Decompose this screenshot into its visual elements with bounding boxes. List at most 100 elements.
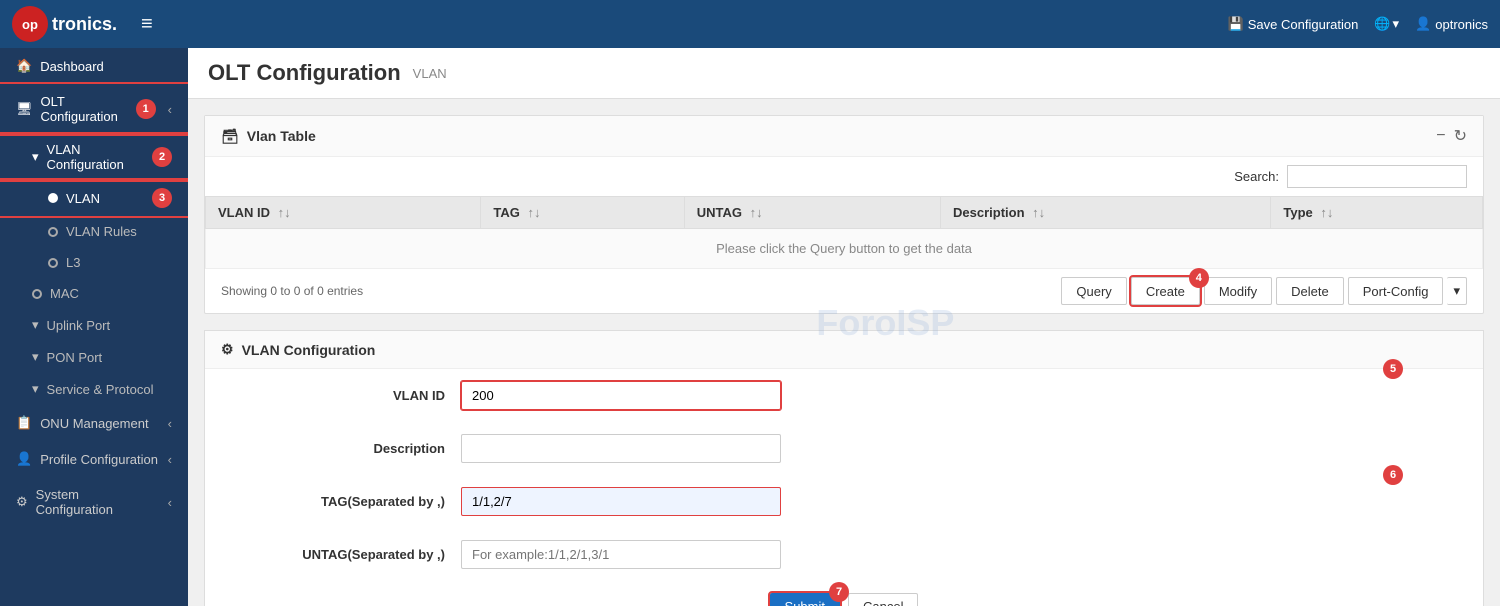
page-header: OLT Configuration VLAN xyxy=(188,48,1500,99)
collapse-arrow: ‹ xyxy=(168,495,172,510)
globe-icon: 🌐 xyxy=(1374,16,1390,32)
vlan-id-input[interactable] xyxy=(461,381,781,410)
pon-expand-icon: ▾ xyxy=(32,349,39,365)
sidebar-item-service-protocol[interactable]: ▾ Service & Protocol xyxy=(0,373,188,405)
badge-7: 7 xyxy=(829,582,849,602)
untag-row: UNTAG(Separated by ,) xyxy=(205,528,1483,581)
hamburger-button[interactable]: ≡ xyxy=(133,9,161,40)
vlan-config-title: VLAN Configuration xyxy=(242,342,376,358)
col-description[interactable]: Description ↑↓ xyxy=(941,197,1271,229)
description-input[interactable] xyxy=(461,434,781,463)
table-toolbar: Search: xyxy=(205,157,1483,196)
user-icon: 👤 xyxy=(1415,16,1431,32)
tag-row: TAG(Separated by ,) 6 xyxy=(205,475,1483,528)
untag-label: UNTAG(Separated by ,) xyxy=(265,547,445,562)
badge-1: 1 xyxy=(136,99,156,119)
vlan-id-label: VLAN ID xyxy=(265,388,445,403)
submit-label: Submit xyxy=(785,599,825,606)
dropdown-arrow: ▾ xyxy=(1393,16,1400,32)
create-button[interactable]: Create 4 xyxy=(1131,277,1200,305)
vlan-config-icon: ⚙ xyxy=(221,341,234,358)
sidebar-item-onu-management[interactable]: 📋 ONU Management ‹ xyxy=(0,405,188,441)
sidebar-item-label: PON Port xyxy=(47,350,103,365)
vlan-id-row: VLAN ID 5 xyxy=(205,369,1483,422)
search-input[interactable] xyxy=(1287,165,1467,188)
navbar-actions: 💾 Save Configuration 🌐 ▾ 👤 optronics xyxy=(1228,16,1488,32)
sidebar-item-l3[interactable]: L3 xyxy=(0,247,188,278)
vlan-config-expand-icon: ▾ xyxy=(32,149,39,165)
save-config-label: Save Configuration xyxy=(1248,17,1359,32)
col-tag[interactable]: TAG ↑↓ xyxy=(481,197,684,229)
sidebar-item-label: System Configuration xyxy=(36,487,160,517)
sidebar-item-label: Profile Configuration xyxy=(40,452,158,467)
table-footer: Showing 0 to 0 of 0 entries Query Create… xyxy=(205,269,1483,313)
vlan-config-card: ⚙ VLAN Configuration VLAN ID 5 Descripti… xyxy=(204,330,1484,606)
sidebar-item-label: Service & Protocol xyxy=(47,382,154,397)
tag-label: TAG(Separated by ,) xyxy=(265,494,445,509)
minimize-button[interactable]: − xyxy=(1436,126,1445,146)
sidebar-item-vlan-configuration[interactable]: ▾ VLAN Configuration 2 xyxy=(0,134,188,180)
sidebar-item-label: VLAN Configuration xyxy=(47,142,144,172)
collapse-arrow: ‹ xyxy=(168,416,172,431)
port-config-dropdown-button[interactable]: ▾ xyxy=(1447,277,1467,305)
uplink-expand-icon: ▾ xyxy=(32,317,39,333)
sidebar-item-vlan-rules[interactable]: VLAN Rules xyxy=(0,216,188,247)
badge-4: 4 xyxy=(1189,268,1209,288)
badge-5: 5 xyxy=(1383,359,1403,379)
query-button[interactable]: Query xyxy=(1061,277,1126,305)
sidebar-item-label: VLAN Rules xyxy=(66,224,137,239)
badge-6: 6 xyxy=(1383,465,1403,485)
save-icon: 💾 xyxy=(1228,16,1244,32)
vlan-rules-circle-icon xyxy=(48,227,58,237)
card-header-actions: − ↻ xyxy=(1436,126,1467,146)
sidebar-item-dashboard[interactable]: 🏠 Dashboard xyxy=(0,48,188,84)
onu-icon: 📋 xyxy=(16,415,32,431)
collapse-arrow: ‹ xyxy=(168,102,172,117)
vlan-table-title: 🗃 Vlan Table xyxy=(221,128,316,145)
badge-3: 3 xyxy=(152,188,172,208)
sidebar-item-profile-configuration[interactable]: 👤 Profile Configuration ‹ xyxy=(0,441,188,477)
page-breadcrumb: VLAN xyxy=(413,66,447,81)
sidebar-item-label: VLAN xyxy=(66,191,100,206)
port-config-button[interactable]: Port-Config xyxy=(1348,277,1444,305)
language-selector[interactable]: 🌐 ▾ xyxy=(1374,16,1399,32)
cancel-button[interactable]: Cancel xyxy=(848,593,918,606)
refresh-button[interactable]: ↻ xyxy=(1454,126,1467,146)
badge-2: 2 xyxy=(152,147,172,167)
table-action-buttons: Query Create 4 Modify Delete Port-Config… xyxy=(1061,277,1467,305)
submit-button[interactable]: Submit 7 xyxy=(770,593,840,606)
description-label: Description xyxy=(265,441,445,456)
vlan-config-header: ⚙ VLAN Configuration xyxy=(205,331,1483,369)
sidebar-item-olt-configuration[interactable]: 🖥 OLT Configuration 1 ‹ xyxy=(0,84,188,134)
mac-circle-icon xyxy=(32,289,42,299)
table-icon: 🗃 xyxy=(221,128,239,145)
vlan-table-card-header: 🗃 Vlan Table − ↻ xyxy=(205,116,1483,157)
sidebar-item-pon-port[interactable]: ▾ PON Port xyxy=(0,341,188,373)
user-label: optronics xyxy=(1435,17,1488,32)
description-row: Description xyxy=(205,422,1483,475)
sidebar-item-mac[interactable]: MAC xyxy=(0,278,188,309)
col-vlan-id[interactable]: VLAN ID ↑↓ xyxy=(206,197,481,229)
service-expand-icon: ▾ xyxy=(32,381,39,397)
sidebar-item-system-configuration[interactable]: ⚙ System Configuration ‹ xyxy=(0,477,188,527)
olt-icon: 🖥 xyxy=(16,101,33,117)
logo: op tronics. xyxy=(12,6,117,42)
table-header-row: VLAN ID ↑↓ TAG ↑↓ UNTAG ↑↓ Description ↑… xyxy=(206,197,1483,229)
tag-input[interactable] xyxy=(461,487,781,516)
user-menu[interactable]: 👤 optronics xyxy=(1415,16,1488,32)
delete-button[interactable]: Delete xyxy=(1276,277,1344,305)
sidebar-item-label: MAC xyxy=(50,286,79,301)
vlan-table-card: 🗃 Vlan Table − ↻ Search: VLAN ID ↑↓ T xyxy=(204,115,1484,314)
col-type[interactable]: Type ↑↓ xyxy=(1271,197,1483,229)
system-icon: ⚙ xyxy=(16,494,28,510)
navbar: op tronics. ≡ 💾 Save Configuration 🌐 ▾ 👤… xyxy=(0,0,1500,48)
modify-button[interactable]: Modify xyxy=(1204,277,1272,305)
save-config-button[interactable]: 💾 Save Configuration xyxy=(1228,16,1359,32)
col-untag[interactable]: UNTAG ↑↓ xyxy=(684,197,940,229)
table-title-text: Vlan Table xyxy=(247,128,316,144)
sidebar-item-vlan[interactable]: VLAN 3 xyxy=(0,180,188,216)
table-showing-text: Showing 0 to 0 of 0 entries xyxy=(221,284,363,298)
logo-text: tronics. xyxy=(52,14,117,35)
untag-input[interactable] xyxy=(461,540,781,569)
sidebar-item-uplink-port[interactable]: ▾ Uplink Port xyxy=(0,309,188,341)
